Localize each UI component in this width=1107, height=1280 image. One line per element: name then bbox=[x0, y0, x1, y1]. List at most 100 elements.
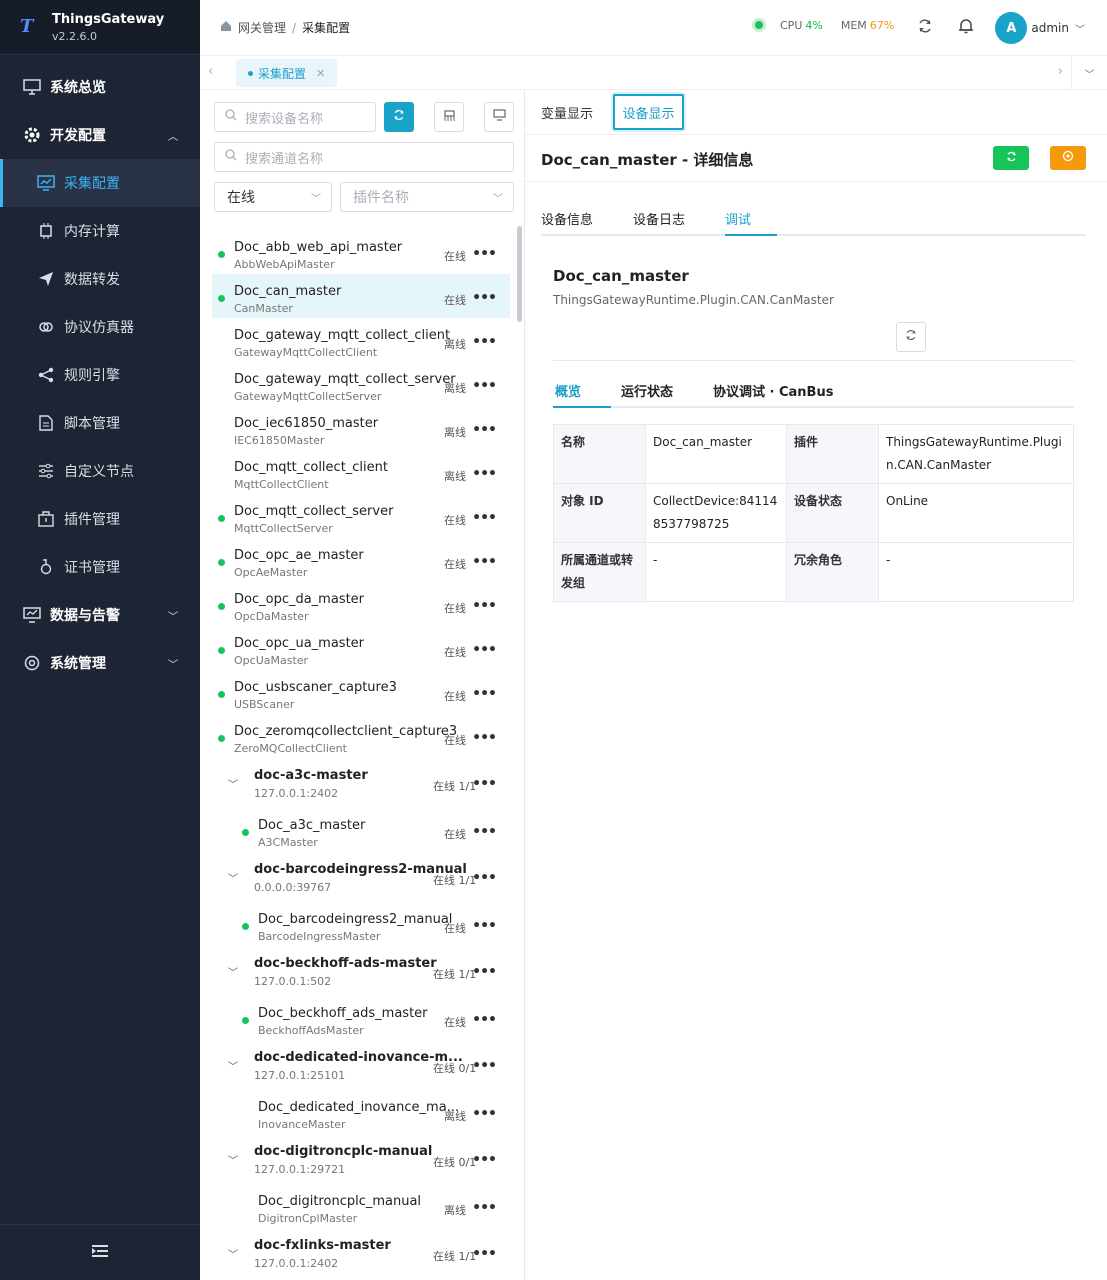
tab-device-info[interactable]: 设备信息 bbox=[541, 209, 593, 228]
more-icon[interactable]: ••• bbox=[472, 378, 497, 394]
more-icon[interactable]: ••• bbox=[472, 510, 497, 526]
more-icon[interactable]: ••• bbox=[472, 776, 497, 792]
more-icon[interactable]: ••• bbox=[472, 290, 497, 306]
more-icon[interactable]: ••• bbox=[472, 918, 497, 934]
tab-device-view[interactable]: 设备显示 bbox=[613, 94, 684, 130]
more-icon[interactable]: ••• bbox=[472, 1200, 497, 1216]
device-row[interactable]: Doc_barcodeingress2_manual BarcodeIngress… bbox=[212, 902, 510, 946]
device-row[interactable]: Doc_a3c_master A3CMaster 在线 ••• bbox=[212, 808, 510, 852]
tree-scrollbar[interactable] bbox=[517, 226, 522, 322]
refresh-icon bbox=[905, 329, 917, 345]
more-icon[interactable]: ••• bbox=[472, 1012, 497, 1028]
device-row[interactable]: Doc_gateway_mqtt_collect_client GatewayMq… bbox=[212, 318, 510, 362]
more-icon[interactable]: ••• bbox=[472, 730, 497, 746]
sidebar-item-data-forward[interactable]: 数据转发 bbox=[0, 255, 200, 303]
avatar[interactable]: A bbox=[995, 12, 1028, 44]
chevron-down-icon[interactable]: ﹀ bbox=[228, 870, 238, 885]
chevron-down-icon[interactable]: ﹀ bbox=[228, 1246, 238, 1261]
sidebar-item-custom-node[interactable]: 自定义节点 bbox=[0, 447, 200, 495]
status-select[interactable]: 在线 ﹀ bbox=[214, 182, 332, 212]
tabs-scroll-left-icon[interactable]: ‹ bbox=[208, 64, 213, 79]
more-icon[interactable]: ••• bbox=[472, 870, 497, 886]
channel-row[interactable]: ﹀ doc-fxlinks-master 127.0.0.1:2402 在线 1/1 •… bbox=[212, 1228, 510, 1278]
tab-debug[interactable]: 调试 bbox=[725, 209, 751, 228]
device-row[interactable]: Doc_opc_ae_master OpcAeMaster 在线 ••• bbox=[212, 538, 510, 582]
channel-row[interactable]: ﹀ doc-a3c-master 127.0.0.1:2402 在线 1/1 ••• bbox=[212, 758, 510, 808]
breadcrumb: 网关管理 / 采集配置 bbox=[220, 19, 350, 36]
more-icon[interactable]: ••• bbox=[472, 642, 497, 658]
breadcrumb-root[interactable]: 网关管理 bbox=[238, 19, 286, 36]
sidebar-item-collect-config[interactable]: 采集配置 bbox=[0, 159, 200, 207]
collapse-sidebar-button[interactable] bbox=[0, 1224, 200, 1280]
more-icon[interactable]: ••• bbox=[472, 824, 497, 840]
chevron-down-icon[interactable]: ﹀ bbox=[228, 776, 238, 791]
chevron-down-icon[interactable]: ﹀ bbox=[228, 1152, 238, 1167]
more-icon[interactable]: ••• bbox=[472, 686, 497, 702]
more-icon[interactable]: ••• bbox=[472, 1106, 497, 1122]
sidebar-item-cert-manage[interactable]: 证书管理 bbox=[0, 543, 200, 591]
more-icon[interactable]: ••• bbox=[472, 422, 497, 438]
more-icon[interactable]: ••• bbox=[472, 246, 497, 262]
channel-row[interactable]: ﹀ doc-digitroncplc-manual 127.0.0.1:29721 在… bbox=[212, 1134, 510, 1184]
device-row[interactable]: Doc_can_master CanMaster 在线 ••• bbox=[212, 274, 510, 318]
sidebar-item-memory-calc[interactable]: 内存计算 bbox=[0, 207, 200, 255]
orange-action-button[interactable] bbox=[1050, 146, 1086, 170]
clear-button[interactable] bbox=[434, 102, 464, 132]
more-icon[interactable]: ••• bbox=[472, 1058, 497, 1074]
channel-name: doc-dedicated-inovance-m... bbox=[254, 1050, 463, 1065]
chevron-down-icon[interactable]: ﹀ bbox=[228, 1058, 238, 1073]
tab-collect-config[interactable]: 采集配置 ✕ bbox=[236, 59, 338, 87]
sidebar-item-script-manage[interactable]: 脚本管理 bbox=[0, 399, 200, 447]
tabs-menu-button[interactable]: ﹀ bbox=[1071, 56, 1107, 90]
refresh-icon[interactable] bbox=[917, 18, 933, 38]
more-icon[interactable]: ••• bbox=[472, 334, 497, 350]
bell-icon[interactable] bbox=[957, 17, 975, 39]
green-action-button[interactable] bbox=[993, 146, 1029, 170]
channel-row[interactable]: ﹀ doc-barcodeingress2-manual 0.0.0.0:39767… bbox=[212, 852, 510, 902]
more-icon[interactable]: ••• bbox=[472, 1152, 497, 1168]
tab-overview[interactable]: 概览 bbox=[555, 381, 581, 400]
device-row[interactable]: Doc_opc_da_master OpcDaMaster 在线 ••• bbox=[212, 582, 510, 626]
sidebar-item-protocol-simulator[interactable]: 协议仿真器 bbox=[0, 303, 200, 351]
plugin-select[interactable]: 插件名称 ﹀ bbox=[340, 182, 514, 212]
tab-protocol-debug[interactable]: 协议调试 · CanBus bbox=[713, 381, 833, 400]
sidebar-item-data-alarm[interactable]: 数据与告警 ﹀ bbox=[0, 591, 200, 639]
device-row[interactable]: Doc_dedicated_inovance_ma... InovanceMast… bbox=[212, 1090, 510, 1134]
search-device-input[interactable]: 搜索设备名称 bbox=[214, 102, 376, 132]
tabs-scroll-right-icon[interactable]: › bbox=[1058, 64, 1063, 79]
device-row[interactable]: Doc_mqtt_collect_server MqttCollectServer… bbox=[212, 494, 510, 538]
more-icon[interactable]: ••• bbox=[472, 964, 497, 980]
chevron-down-icon[interactable]: ﹀ bbox=[228, 964, 238, 979]
tab-run-status[interactable]: 运行状态 bbox=[621, 381, 673, 400]
user-name[interactable]: admin bbox=[1031, 21, 1069, 35]
refresh-debug-button[interactable] bbox=[896, 322, 926, 352]
info-key: 对象 ID bbox=[553, 483, 646, 543]
sidebar-item-dev-config[interactable]: 开发配置 ︿ bbox=[0, 111, 200, 159]
device-row[interactable]: Doc_abb_web_api_master AbbWebApiMaster 在线 •… bbox=[212, 230, 510, 274]
device-row[interactable]: Doc_iec61850_master IEC61850Master 离线 ••• bbox=[212, 406, 510, 450]
sidebar-item-plugin-manage[interactable]: 插件管理 bbox=[0, 495, 200, 543]
device-row[interactable]: Doc_opc_ua_master OpcUaMaster 在线 ••• bbox=[212, 626, 510, 670]
chevron-down-icon[interactable]: ﹀ bbox=[1075, 21, 1085, 36]
more-icon[interactable]: ••• bbox=[472, 1246, 497, 1262]
channel-row[interactable]: ﹀ doc-dedicated-inovance-m... 127.0.0.1:25… bbox=[212, 1040, 510, 1090]
device-row[interactable]: Doc_gateway_mqtt_collect_server GatewayMq… bbox=[212, 362, 510, 406]
refresh-tree-button[interactable] bbox=[384, 102, 414, 132]
device-row[interactable]: Doc_usbscaner_capture3 USBScaner 在线 ••• bbox=[212, 670, 510, 714]
more-icon[interactable]: ••• bbox=[472, 554, 497, 570]
sidebar-item-rule-engine[interactable]: 规则引擎 bbox=[0, 351, 200, 399]
more-icon[interactable]: ••• bbox=[472, 466, 497, 482]
sidebar-item-system-manage[interactable]: 系统管理 ﹀ bbox=[0, 639, 200, 687]
tab-device-log[interactable]: 设备日志 bbox=[633, 209, 685, 228]
device-row[interactable]: Doc_mqtt_collect_client MqttCollectClient… bbox=[212, 450, 510, 494]
search-channel-input[interactable]: 搜索通道名称 bbox=[214, 142, 514, 172]
device-row[interactable]: Doc_digitroncplc_manual DigitronCplMaster… bbox=[212, 1184, 510, 1228]
display-button[interactable] bbox=[484, 102, 514, 132]
sidebar-item-overview[interactable]: 系统总览 bbox=[0, 63, 200, 111]
close-icon[interactable]: ✕ bbox=[316, 67, 325, 80]
device-row[interactable]: Doc_beckhoff_ads_master BeckhoffAdsMaster… bbox=[212, 996, 510, 1040]
channel-row[interactable]: ﹀ doc-beckhoff-ads-master 127.0.0.1:502 在线 … bbox=[212, 946, 510, 996]
tab-variable-view[interactable]: 变量显示 bbox=[541, 103, 593, 122]
more-icon[interactable]: ••• bbox=[472, 598, 497, 614]
device-row[interactable]: Doc_zeromqcollectclient_capture3 ZeroMQCo… bbox=[212, 714, 510, 758]
